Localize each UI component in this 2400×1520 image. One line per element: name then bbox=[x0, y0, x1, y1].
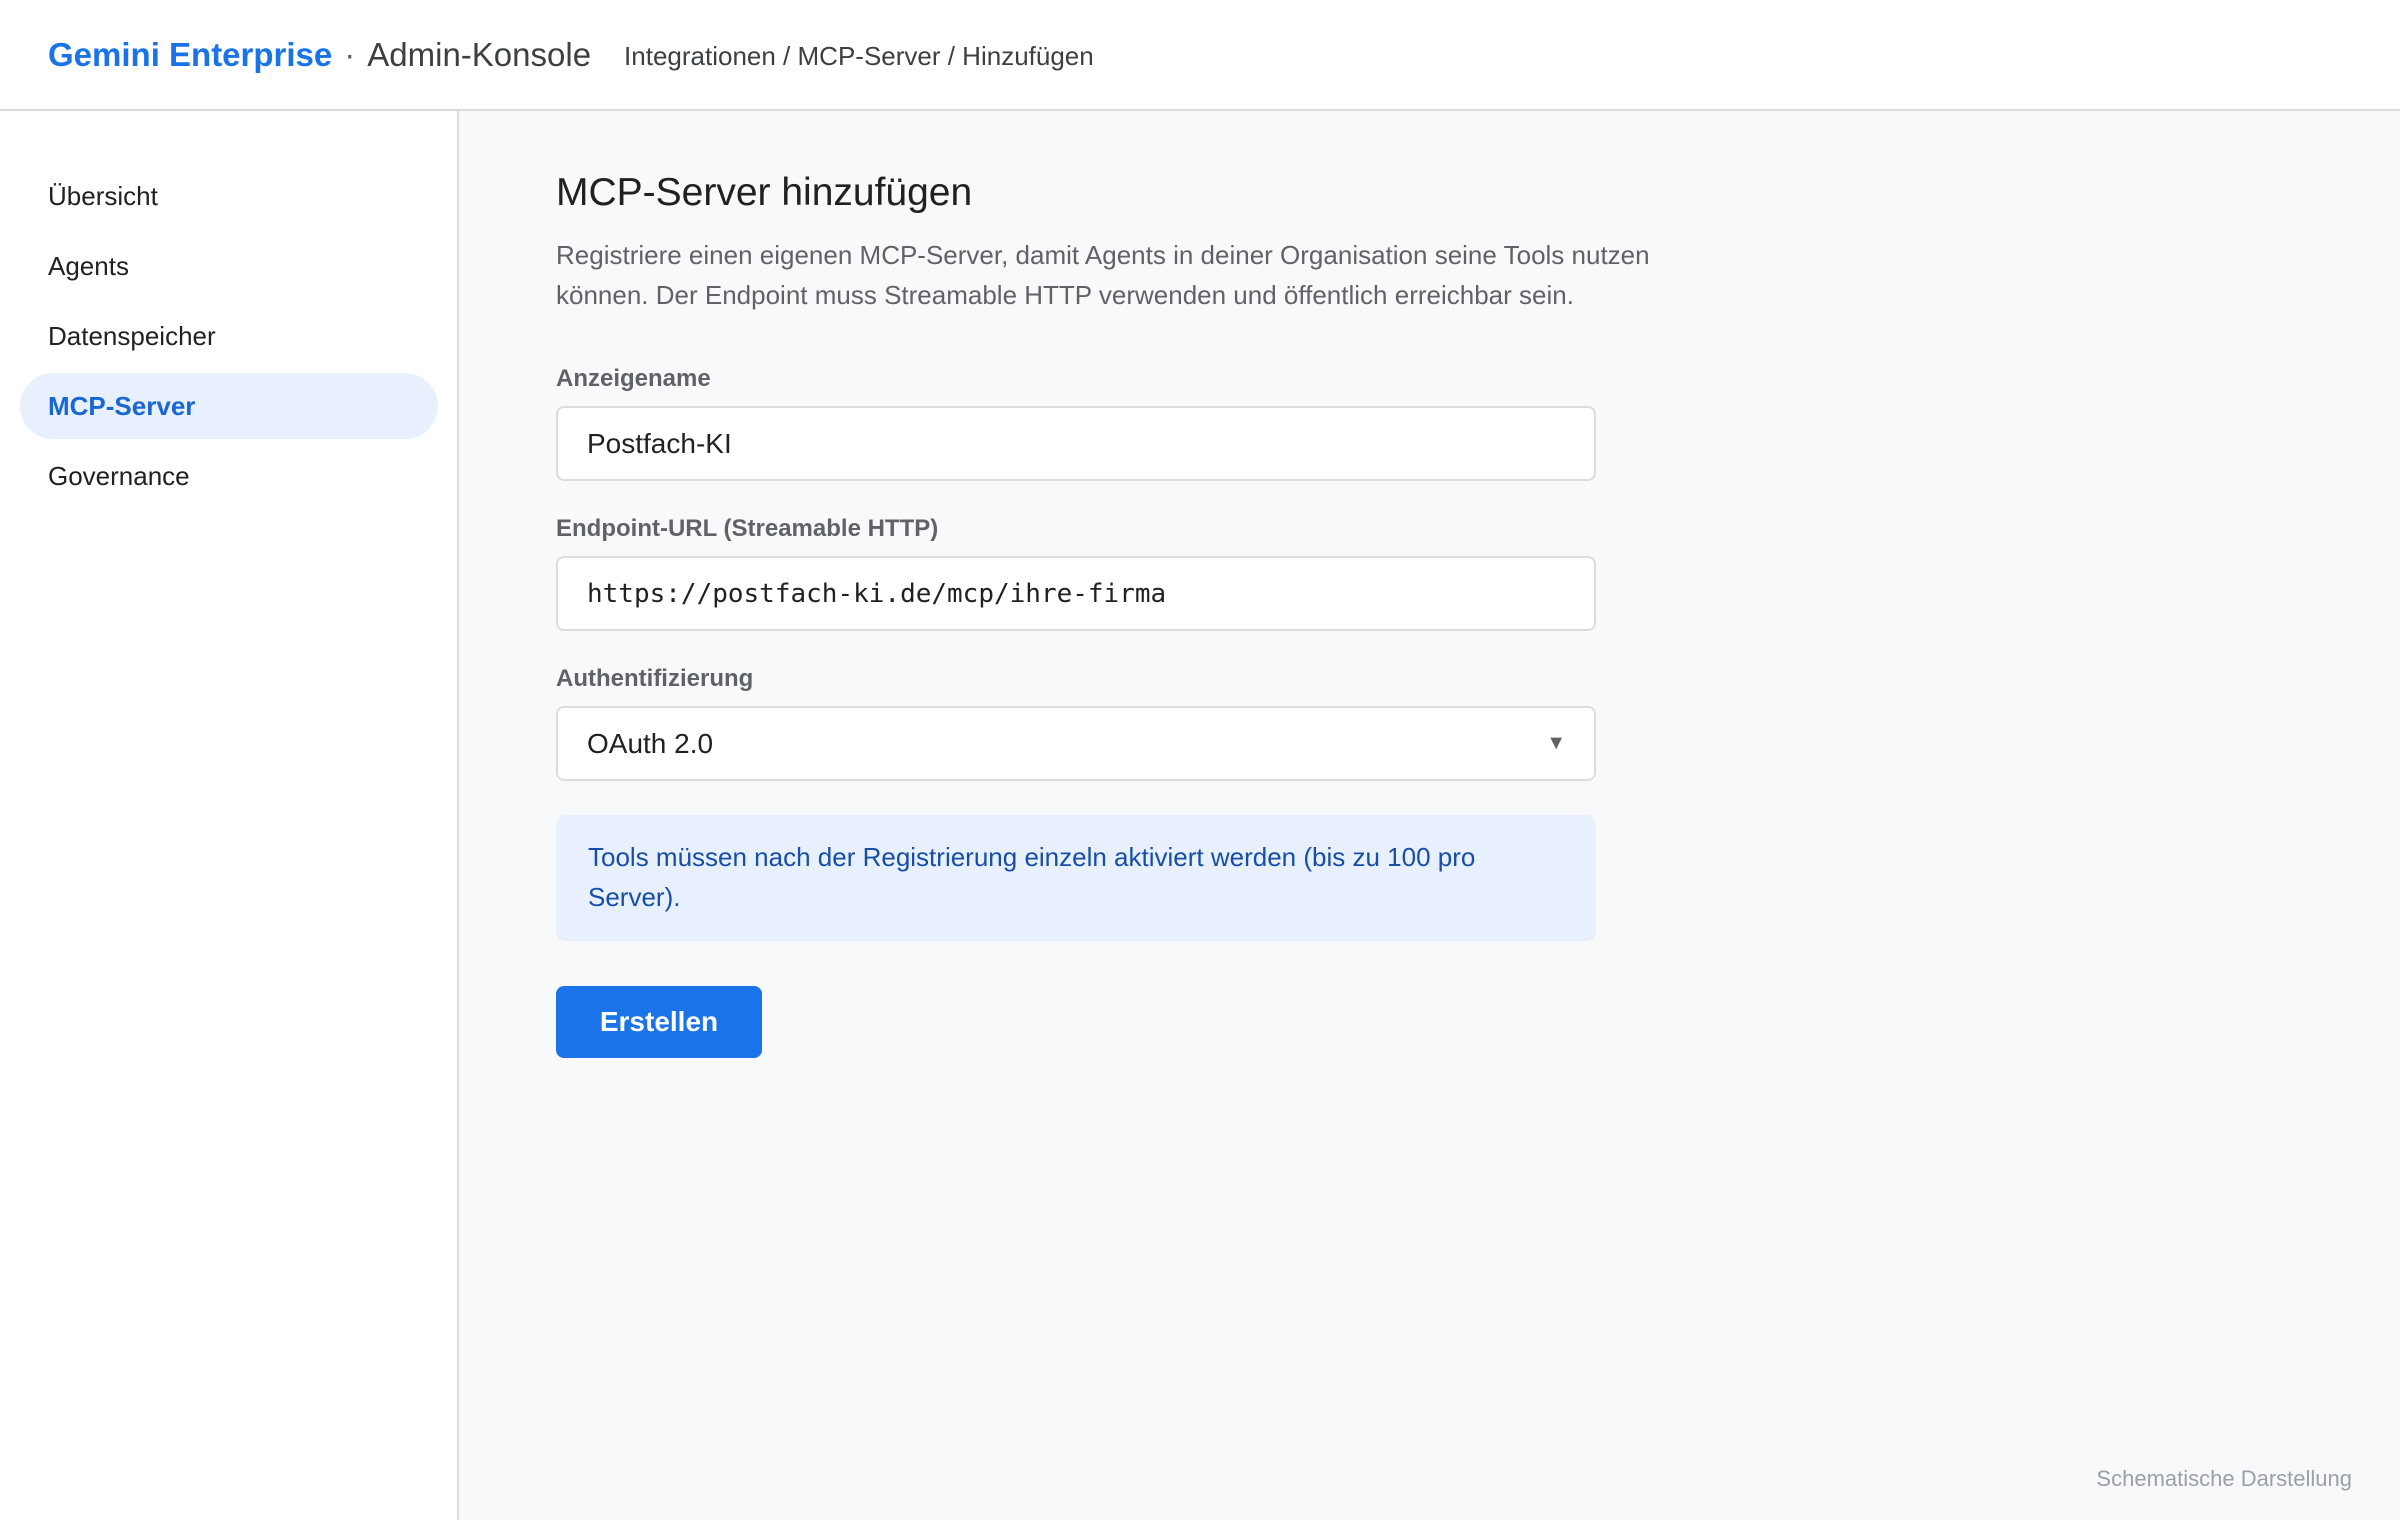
create-button[interactable]: Erstellen bbox=[556, 986, 762, 1058]
sidebar-item-governance[interactable]: Governance bbox=[20, 443, 438, 509]
auth-select[interactable]: OAuth 2.0 ▼ bbox=[556, 706, 1596, 781]
sidebar-item-mcp-server[interactable]: MCP-Server bbox=[20, 373, 438, 439]
page-title: MCP-Server hinzufügen bbox=[556, 171, 973, 214]
top-bar: Gemini Enterprise · Admin-Konsole Integr… bbox=[0, 0, 2400, 111]
sidebar-item-uebersicht[interactable]: Übersicht bbox=[20, 163, 438, 229]
brand-name[interactable]: Gemini Enterprise bbox=[48, 36, 332, 74]
page-description: Registriere einen eigenen MCP-Server, da… bbox=[556, 240, 1650, 310]
sidebar-item-agents[interactable]: Agents bbox=[20, 233, 438, 299]
sidebar-item-label: MCP-Server bbox=[48, 390, 196, 421]
display-name-field bbox=[556, 406, 1596, 481]
brand-separator: · bbox=[344, 35, 356, 73]
caret-down-icon: ▼ bbox=[1546, 732, 1566, 754]
info-banner-text: Tools müssen nach der Registrierung einz… bbox=[588, 842, 1476, 912]
display-name-input[interactable] bbox=[587, 427, 1594, 460]
console-name: Admin-Konsole bbox=[367, 35, 592, 73]
info-banner: Tools müssen nach der Registrierung einz… bbox=[556, 815, 1596, 941]
sidebar-item-label: Agents bbox=[48, 250, 129, 281]
auth-selected-value: OAuth 2.0 bbox=[587, 727, 714, 759]
sidebar-item-label: Governance bbox=[48, 460, 190, 491]
display-name-label: Anzeigename bbox=[556, 365, 711, 392]
sidebar-item-label: Datenspeicher bbox=[48, 320, 216, 351]
footnote: Schematische Darstellung bbox=[2096, 1466, 2352, 1491]
sidebar: Übersicht Agents Datenspeicher MCP-Serve… bbox=[0, 111, 459, 1520]
breadcrumb[interactable]: Integrationen / MCP-Server / Hinzufügen bbox=[624, 41, 1094, 72]
auth-label: Authentifizierung bbox=[556, 665, 754, 692]
endpoint-url-input[interactable] bbox=[587, 578, 1594, 609]
endpoint-url-field bbox=[556, 556, 1596, 631]
endpoint-url-label: Endpoint-URL (Streamable HTTP) bbox=[556, 515, 939, 542]
main-content: MCP-Server hinzufügen Registriere einen … bbox=[459, 111, 2400, 1520]
sidebar-item-datenspeicher[interactable]: Datenspeicher bbox=[20, 303, 438, 369]
sidebar-item-label: Übersicht bbox=[48, 180, 158, 211]
